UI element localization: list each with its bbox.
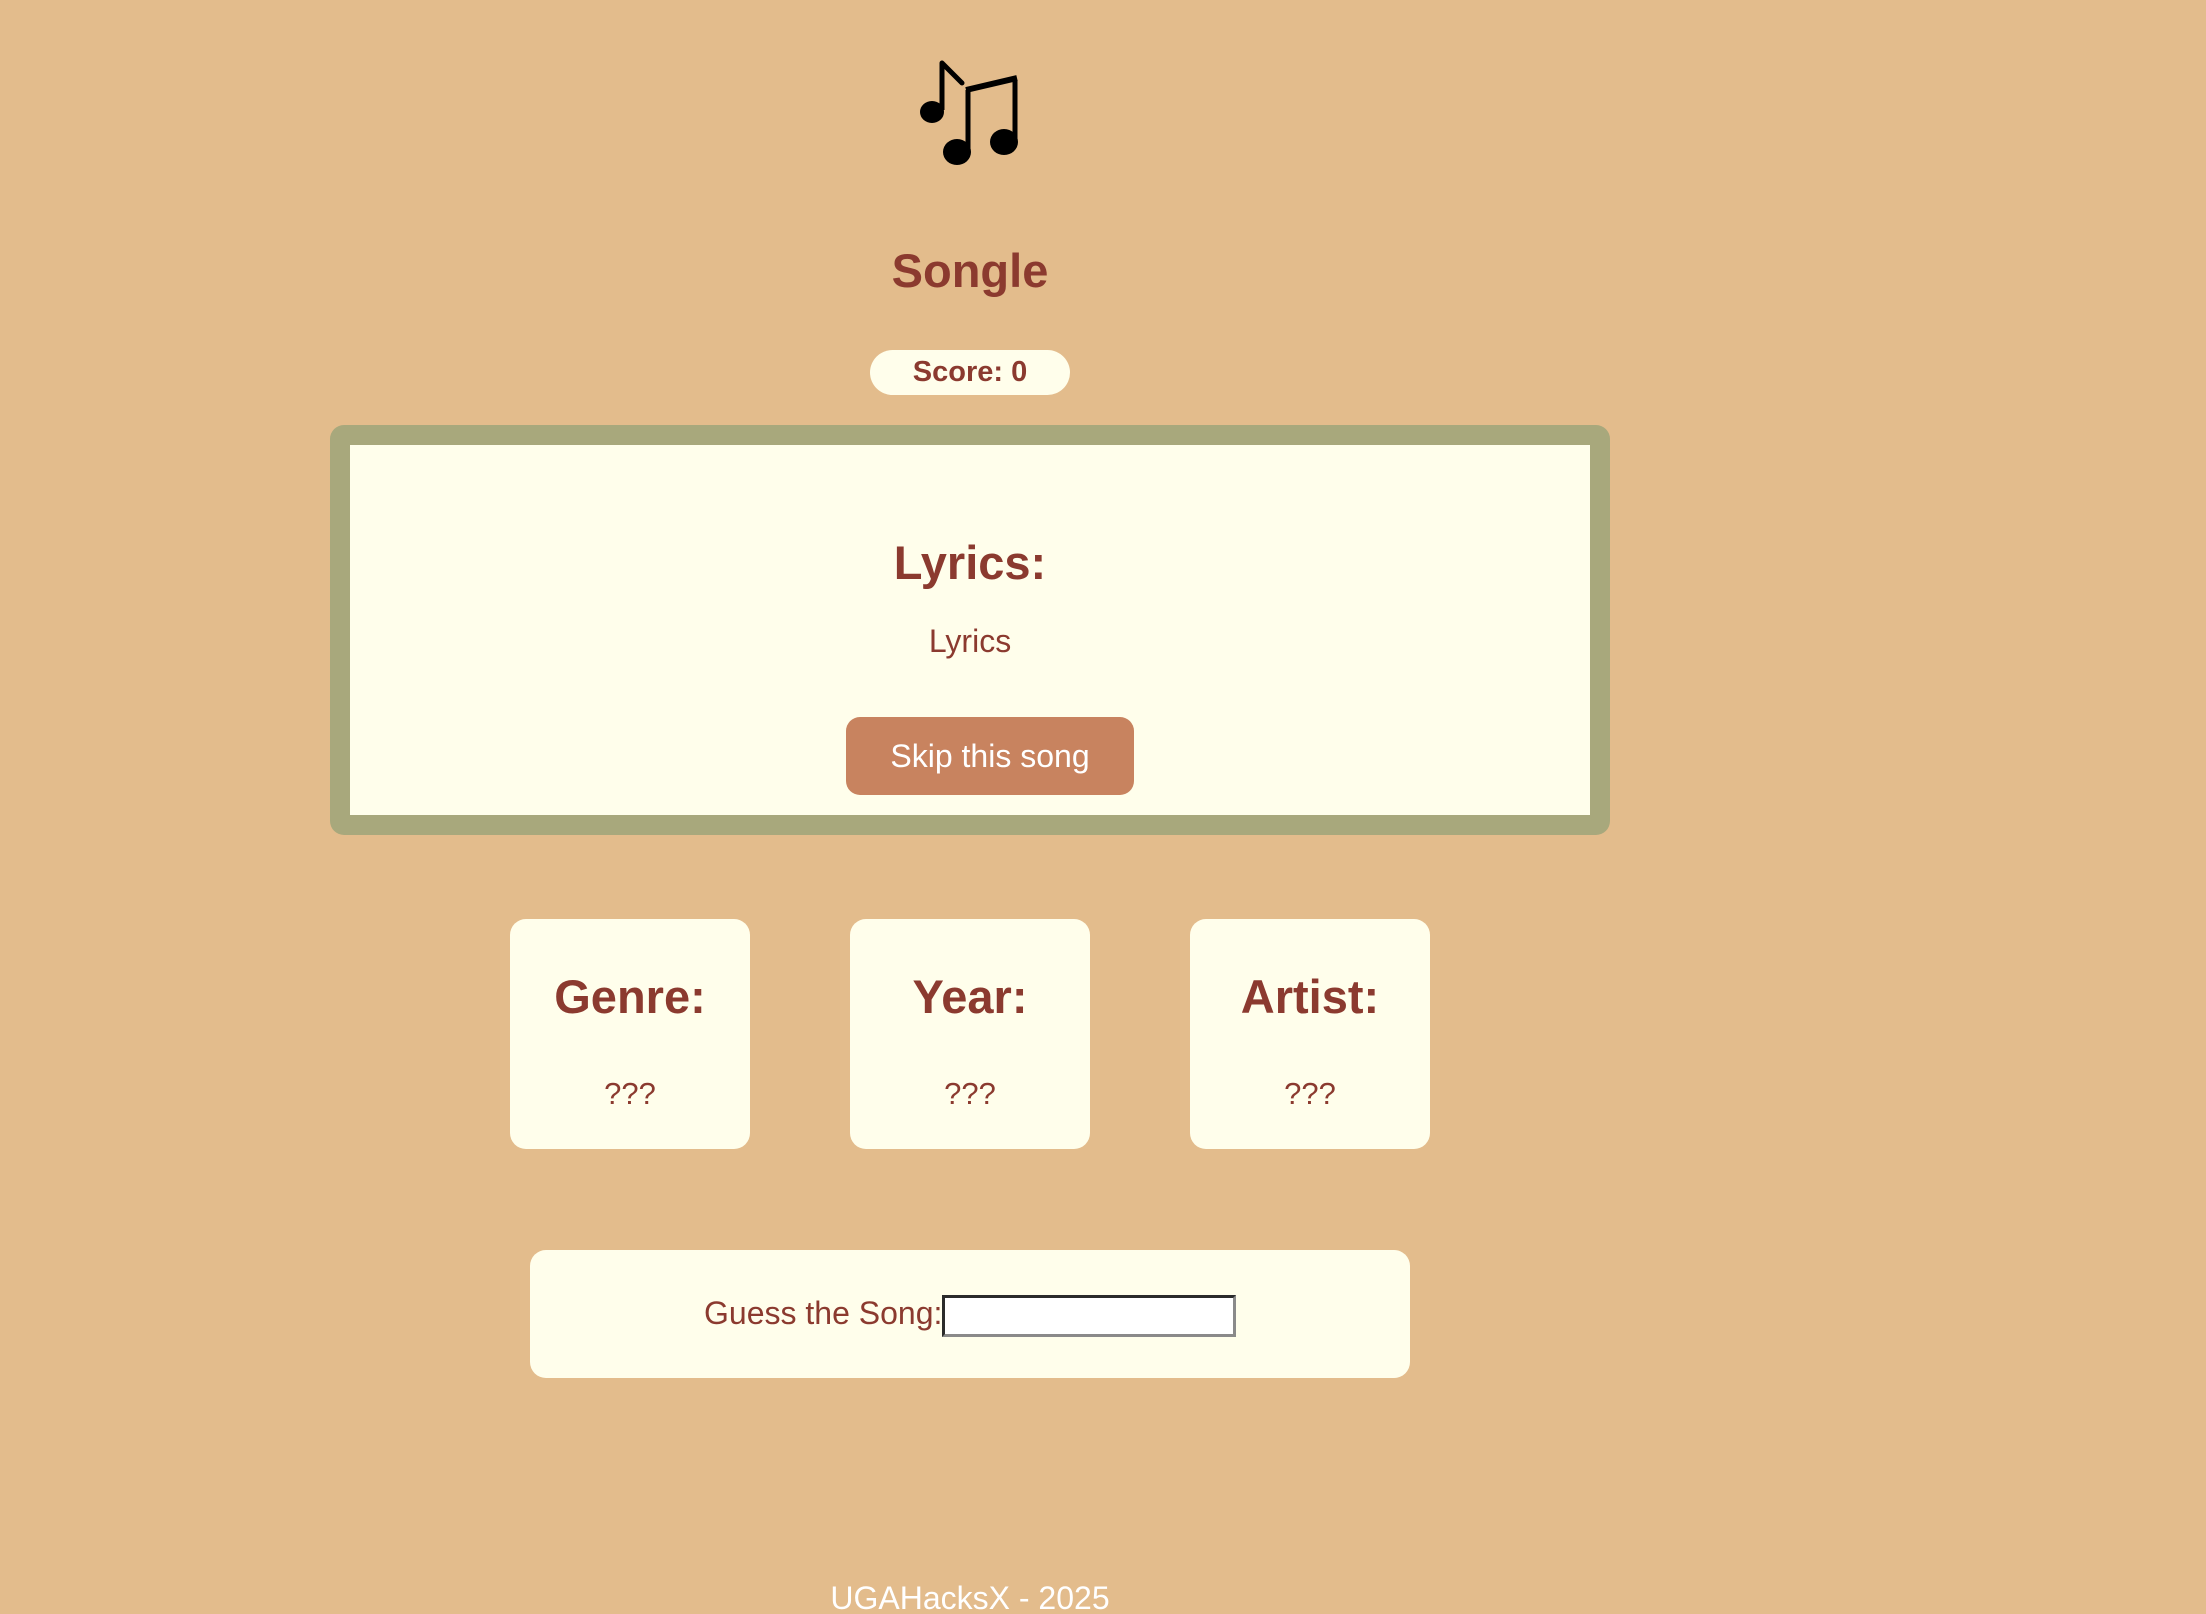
artist-card: Artist: ??? — [1190, 919, 1430, 1149]
year-label: Year: — [912, 970, 1028, 1023]
footer-text: UGAHacksX - 2025 — [830, 1580, 1110, 1614]
year-value: ??? — [944, 1076, 996, 1111]
app-title: Songle — [891, 244, 1049, 297]
guess-label: Guess the Song: — [704, 1295, 943, 1331]
artist-label: Artist: — [1240, 970, 1380, 1023]
lyrics-panel: Lyrics: Lyrics Skip this song — [330, 425, 1610, 835]
songle-page: Songle Score: 0 Lyrics: Lyrics Skip this… — [0, 0, 2206, 1614]
skip-song-button[interactable]: Skip this song — [846, 717, 1134, 795]
guess-panel: Guess the Song: — [530, 1250, 1410, 1378]
lyrics-text: Lyrics — [928, 623, 1012, 659]
guess-song-input[interactable] — [942, 1295, 1236, 1337]
score-badge: Score: 0 — [870, 350, 1070, 395]
lyrics-heading: Lyrics: — [893, 536, 1047, 589]
artist-value: ??? — [1284, 1076, 1336, 1111]
genre-card: Genre: ??? — [510, 919, 750, 1149]
year-card: Year: ??? — [850, 919, 1090, 1149]
music-notes-icon — [920, 60, 1018, 165]
genre-label: Genre: — [554, 970, 706, 1023]
genre-value: ??? — [604, 1076, 656, 1111]
